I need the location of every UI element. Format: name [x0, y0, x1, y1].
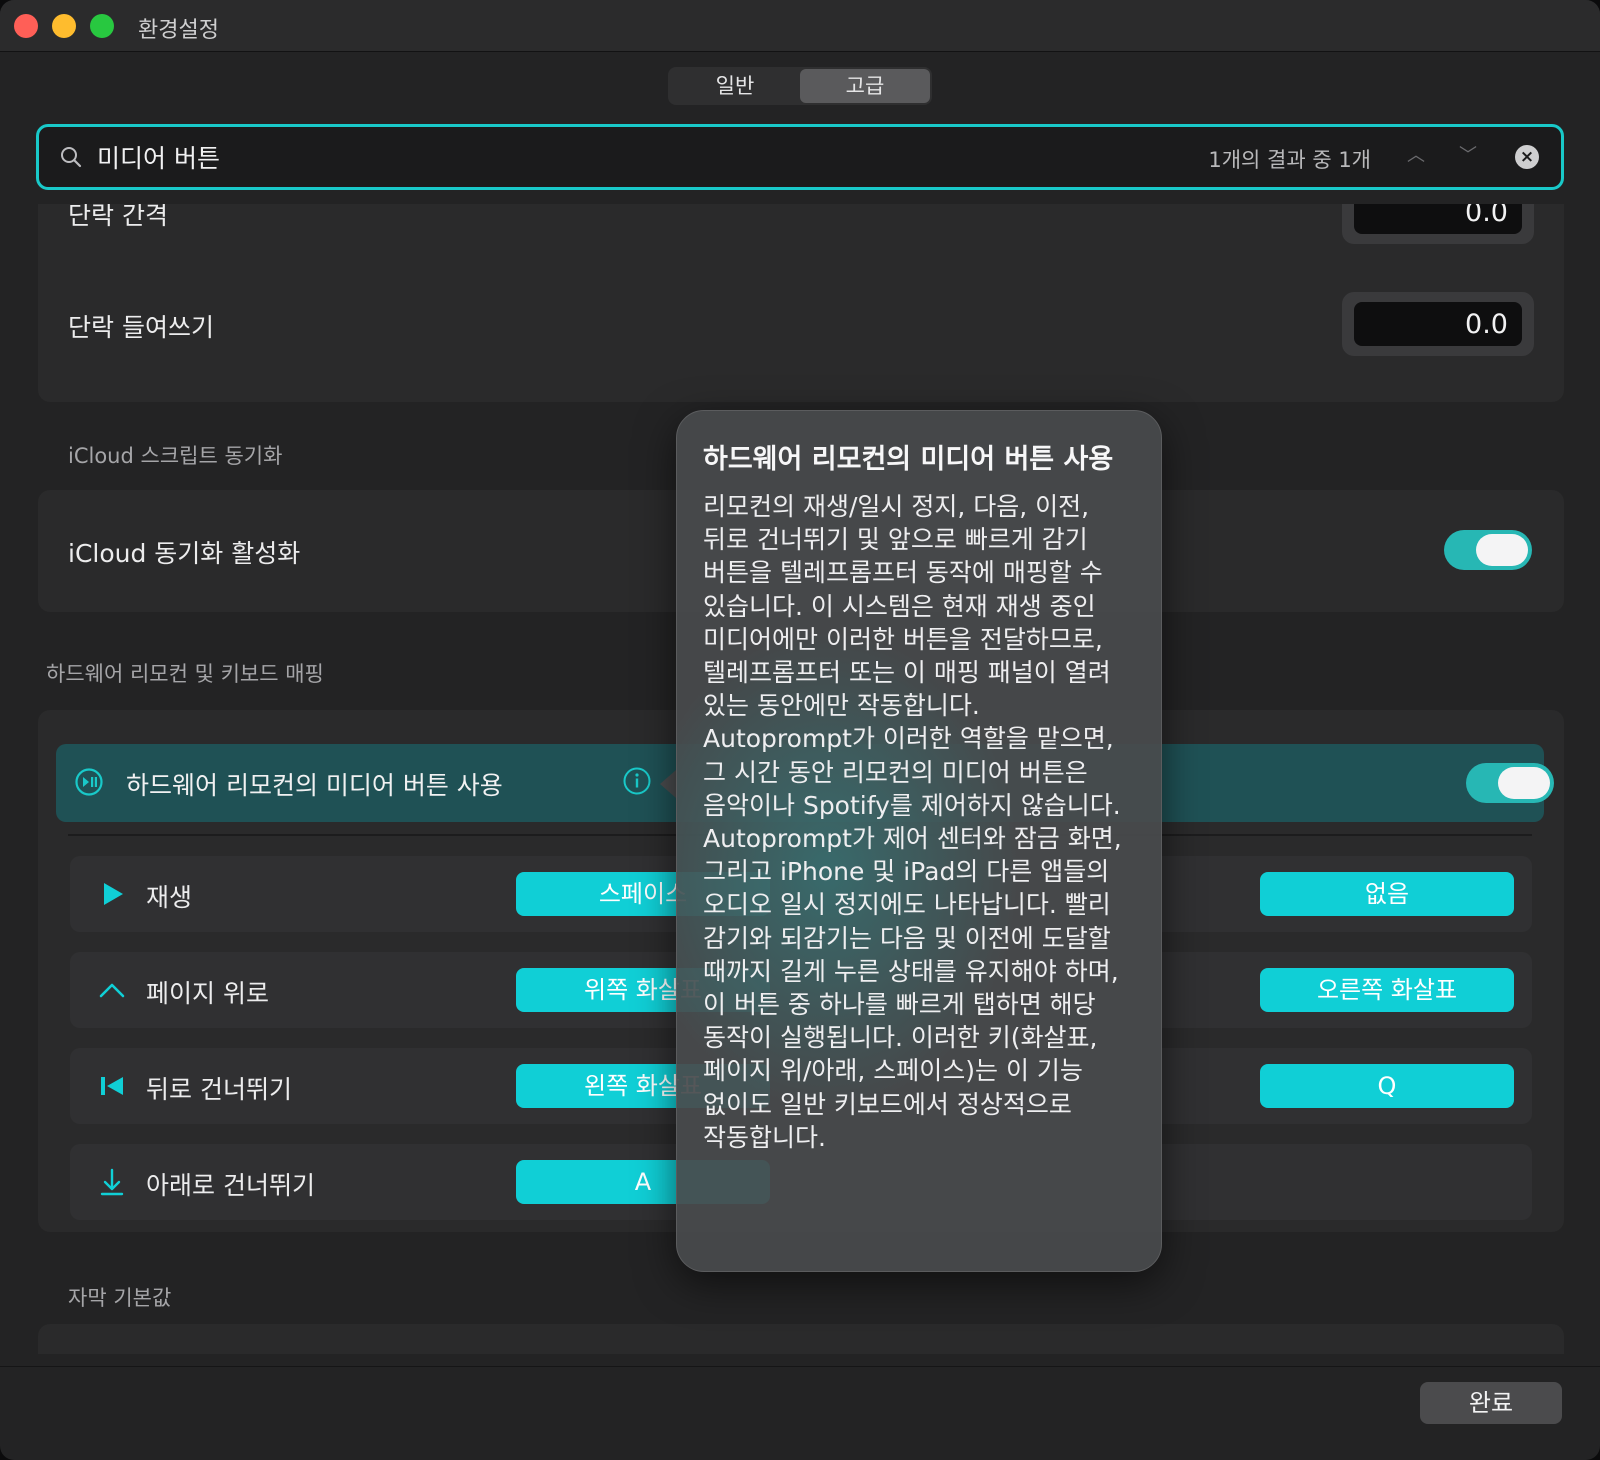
secondary-key-binding-button[interactable]: Q: [1260, 1064, 1514, 1108]
footer-divider: [0, 1366, 1600, 1367]
mapping-label: 페이지 위로: [146, 979, 269, 1008]
secondary-key-binding-button[interactable]: 오른쪽 화살표: [1260, 968, 1514, 1012]
next-result-chevron-down-icon[interactable]: ﹀: [1453, 141, 1483, 171]
info-icon[interactable]: [622, 766, 652, 796]
hardware-section-title: 하드웨어 리모컨 및 키보드 매핑: [46, 662, 324, 686]
secondary-key-binding-button[interactable]: 없음: [1260, 872, 1514, 916]
help-popover: 하드웨어 리모컨의 미디어 버튼 사용 리모컨의 재생/일시 정지, 다음, 이…: [676, 410, 1162, 1272]
paragraph-indent-label: 단락 들여쓰기: [68, 313, 214, 342]
minimize-window-button[interactable]: [52, 14, 76, 38]
window-title: 환경설정: [138, 18, 219, 43]
done-button[interactable]: 완료: [1420, 1382, 1562, 1424]
paragraph-indent-input[interactable]: [1354, 302, 1522, 346]
paragraph-indent-field: [1342, 292, 1534, 356]
tab-segmented-control: 일반 고급: [668, 67, 932, 105]
arrow-down-icon: [100, 1168, 124, 1196]
search-result-count: 1개의 결과 중 1개: [1208, 148, 1371, 172]
icloud-section-title: iCloud 스크립트 동기화: [68, 444, 283, 468]
icloud-sync-label: iCloud 동기화 활성화: [68, 539, 301, 568]
key-binding-label: 스페이스: [598, 880, 688, 908]
subtitle-defaults-section-title: 자막 기본값: [68, 1286, 172, 1310]
paragraph-card: 단락 간격 단락 들여쓰기: [38, 204, 1564, 402]
media-buttons-toggle[interactable]: [1466, 763, 1554, 803]
zoom-window-button[interactable]: [90, 14, 114, 38]
clear-search-icon[interactable]: ×: [1515, 145, 1539, 169]
tab-general[interactable]: 일반: [670, 69, 800, 103]
paragraph-spacing-input[interactable]: [1354, 204, 1522, 234]
skip-back-icon: [101, 1077, 123, 1095]
popover-arrow: [660, 770, 676, 798]
search-icon: [61, 147, 82, 168]
key-binding-label: A: [634, 1168, 652, 1196]
mapping-label: 재생: [146, 883, 193, 912]
previous-result-chevron-up-icon[interactable]: ︿: [1401, 141, 1431, 171]
close-window-button[interactable]: [14, 14, 38, 38]
icloud-sync-toggle[interactable]: [1444, 530, 1532, 570]
key-binding-label: 없음: [1364, 880, 1410, 908]
subtitle-defaults-card: [38, 1324, 1564, 1354]
popover-title: 하드웨어 리모컨의 미디어 버튼 사용: [703, 444, 1114, 475]
media-buttons-label: 하드웨어 리모컨의 미디어 버튼 사용: [126, 771, 503, 800]
preferences-window: 환경설정 일반 고급 1개의 결과 중 1개 ︿ ﹀ × 단락 간격 단락 들여…: [0, 0, 1600, 1460]
chevron-up-icon: [99, 983, 125, 998]
popover-body: 리모컨의 재생/일시 정지, 다음, 이전, 뒤로 건너뛰기 및 앞으로 빠르게…: [703, 492, 1122, 1152]
title-bar: 환경설정: [0, 0, 1600, 52]
search-input[interactable]: [97, 139, 697, 175]
paragraph-spacing-field: [1342, 204, 1534, 244]
play-pause-circle-icon: [75, 768, 103, 796]
mapping-label: 뒤로 건너뛰기: [146, 1075, 292, 1104]
key-binding-label: 오른쪽 화살표: [1316, 976, 1458, 1004]
tab-advanced[interactable]: 고급: [800, 69, 930, 103]
key-binding-label: Q: [1377, 1072, 1397, 1100]
play-icon: [104, 883, 123, 905]
search-bar: 1개의 결과 중 1개 ︿ ﹀ ×: [36, 124, 1564, 190]
mapping-label: 아래로 건너뛰기: [146, 1171, 315, 1200]
paragraph-spacing-label: 단락 간격: [68, 204, 168, 230]
